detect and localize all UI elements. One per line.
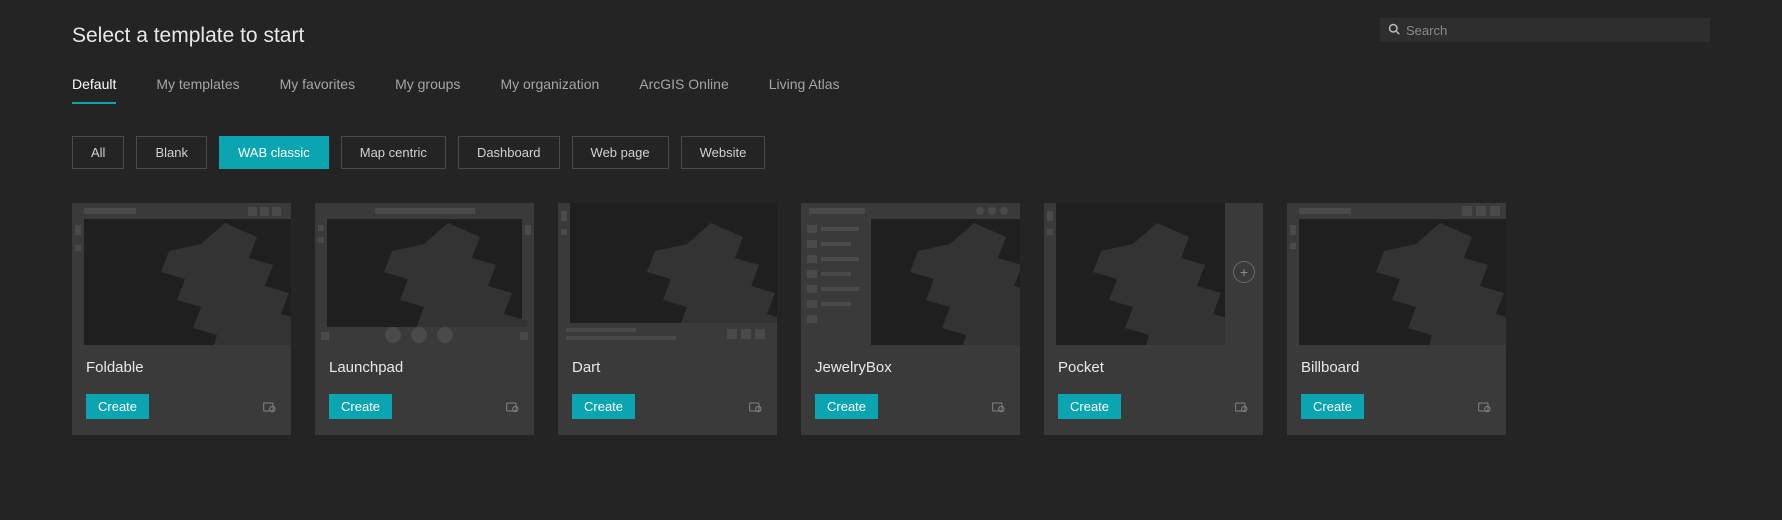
preview-icon[interactable] [504,399,520,415]
tab-my-organization[interactable]: My organization [500,76,599,104]
template-name: Pocket [1058,359,1249,376]
preview-icon[interactable] [747,399,763,415]
filter-website[interactable]: Website [681,136,766,169]
filter-dashboard[interactable]: Dashboard [458,136,560,169]
filter-map-centric[interactable]: Map centric [341,136,446,169]
preview-icon[interactable] [1476,399,1492,415]
template-thumbnail[interactable] [558,203,777,345]
template-card: + Pocket Create [1044,203,1263,435]
template-thumbnail[interactable] [1287,203,1506,345]
filter-web-page[interactable]: Web page [572,136,669,169]
template-name: Dart [572,359,763,376]
tab-living-atlas[interactable]: Living Atlas [769,76,840,104]
preview-icon[interactable] [990,399,1006,415]
template-card: Launchpad Create [315,203,534,435]
tab-my-favorites[interactable]: My favorites [280,76,355,104]
template-card: Dart Create [558,203,777,435]
template-grid: Foldable Create Launchpad Create Dart Creat… [72,203,1710,435]
filter-wab-classic[interactable]: WAB classic [219,136,329,169]
template-thumbnail[interactable] [315,203,534,345]
filter-all[interactable]: All [72,136,124,169]
create-button[interactable]: Create [572,394,635,419]
template-card: JewelryBox Create [801,203,1020,435]
search-input[interactable] [1406,23,1702,38]
template-card: Billboard Create [1287,203,1506,435]
tab-my-groups[interactable]: My groups [395,76,460,104]
preview-icon[interactable] [261,399,277,415]
template-thumbnail[interactable] [72,203,291,345]
create-button[interactable]: Create [329,394,392,419]
filter-blank[interactable]: Blank [136,136,207,169]
create-button[interactable]: Create [86,394,149,419]
source-tabs: Default My templates My favorites My groups… [72,76,1710,104]
template-name: JewelryBox [815,359,1006,376]
template-card: Foldable Create [72,203,291,435]
tab-default[interactable]: Default [72,76,116,104]
create-button[interactable]: Create [1301,394,1364,419]
preview-icon[interactable] [1233,399,1249,415]
tab-arcgis-online[interactable]: ArcGIS Online [639,76,728,104]
tab-my-templates[interactable]: My templates [156,76,239,104]
create-button[interactable]: Create [1058,394,1121,419]
category-filters: All Blank WAB classic Map centric Dashboard W… [72,136,1710,169]
search-box[interactable] [1380,18,1710,42]
template-name: Foldable [86,359,277,376]
template-name: Billboard [1301,359,1492,376]
template-thumbnail[interactable] [801,203,1020,345]
template-name: Launchpad [329,359,520,376]
search-icon [1388,22,1400,38]
template-thumbnail[interactable]: + [1044,203,1263,345]
create-button[interactable]: Create [815,394,878,419]
